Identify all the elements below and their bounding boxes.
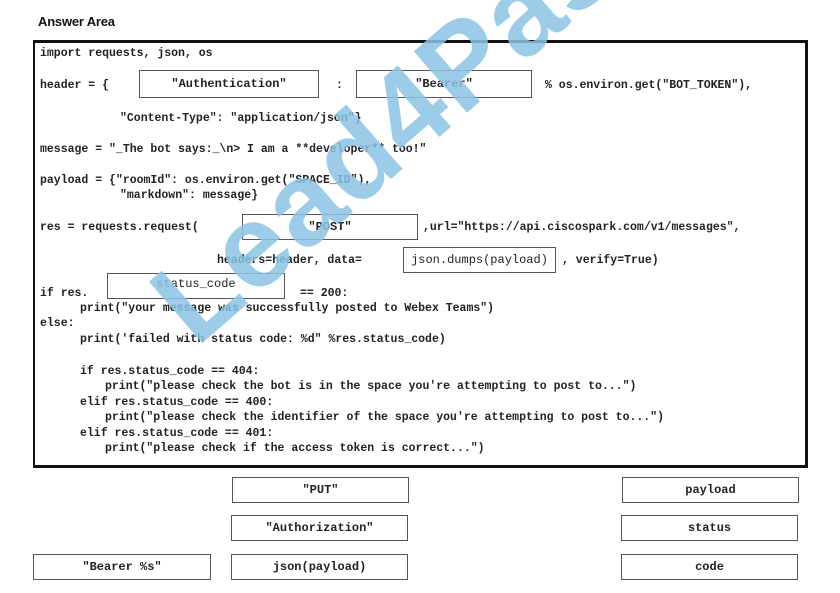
drop-slot-header-key[interactable]: "Authentication" xyxy=(139,70,319,98)
drop-slot-header-value[interactable]: "Bearer" xyxy=(356,70,532,98)
drop-slot-data[interactable]: json.dumps(payload) xyxy=(403,247,556,273)
code-line-print-400: print("please check the identifier of th… xyxy=(105,411,664,424)
code-line-import: import requests, json, os xyxy=(40,47,213,60)
answer-area-title: Answer Area xyxy=(38,14,115,29)
code-line-content-type: "Content-Type": "application/json"} xyxy=(120,112,362,125)
code-line-elif-401: elif res.status_code == 401: xyxy=(80,427,274,440)
drag-tile-code[interactable]: code xyxy=(621,554,798,580)
drag-tile-bearer-s[interactable]: "Bearer %s" xyxy=(33,554,211,580)
drag-tile-status[interactable]: status xyxy=(621,515,798,541)
drag-tile-json-payload[interactable]: json(payload) xyxy=(231,554,408,580)
drag-tile-payload[interactable]: payload xyxy=(622,477,799,503)
slot-header-value-value: "Bearer" xyxy=(415,77,473,91)
code-line-if-suffix: == 200: xyxy=(300,287,349,300)
code-line-res-suffix: ,url="https://api.ciscospark.com/v1/mess… xyxy=(423,221,741,234)
slot-attribute-value: status_code xyxy=(156,277,236,291)
code-line-elif-400: elif res.status_code == 400: xyxy=(80,396,274,409)
code-line-payload-1: payload = {"roomId": os.environ.get("SPA… xyxy=(40,174,372,187)
code-line-headers-suffix: , verify=True) xyxy=(562,254,659,267)
code-line-headers-prefix: headers=header, data= xyxy=(217,254,362,267)
drop-slot-method[interactable]: "POST" xyxy=(242,214,418,240)
code-line-header-colon: : xyxy=(336,79,343,92)
code-line-print-failed: print('failed with status code: %d" %res… xyxy=(80,333,446,346)
code-line-res-prefix: res = requests.request( xyxy=(40,221,199,234)
code-answer-area: import requests, json, os header = { "Au… xyxy=(33,40,808,468)
slot-header-key-value: "Authentication" xyxy=(171,77,287,91)
code-line-header-suffix: % os.environ.get("BOT_TOKEN"), xyxy=(545,79,753,92)
code-line-else: else: xyxy=(40,317,75,330)
code-line-header-prefix: header = { xyxy=(40,79,110,92)
code-line-message: message = "_The bot says:_\n> I am a **d… xyxy=(40,143,427,156)
drag-tile-authorization[interactable]: "Authorization" xyxy=(231,515,408,541)
slot-method-value: "POST" xyxy=(308,220,352,234)
code-line-print-success: print("your message was successfully pos… xyxy=(80,302,495,315)
code-line-if-404: if res.status_code == 404: xyxy=(80,365,260,378)
code-line-if-prefix: if res. xyxy=(40,287,89,300)
drop-slot-attribute[interactable]: status_code xyxy=(107,273,285,299)
code-line-print-404: print("please check the bot is in the sp… xyxy=(105,380,637,393)
code-line-payload-2: "markdown": message} xyxy=(120,189,259,202)
drag-tile-put[interactable]: "PUT" xyxy=(232,477,409,503)
slot-data-value: json.dumps(payload) xyxy=(411,253,548,267)
code-line-print-401: print("please check if the access token … xyxy=(105,442,485,455)
